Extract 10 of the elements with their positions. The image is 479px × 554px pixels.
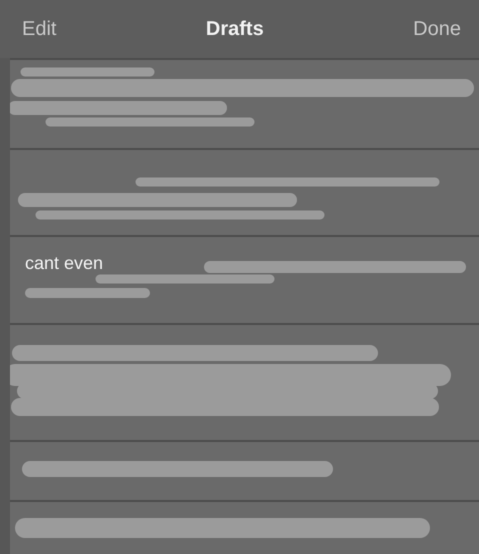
draft-row[interactable]: cant even [10, 235, 479, 323]
draft-text: cant even [25, 253, 104, 274]
draft-row[interactable] [10, 148, 479, 235]
draft-row[interactable] [10, 500, 479, 554]
done-button[interactable]: Done [413, 18, 461, 40]
draft-row[interactable] [10, 58, 479, 148]
edit-button[interactable]: Edit [22, 18, 56, 40]
draft-row[interactable] [10, 323, 479, 440]
draft-row[interactable] [10, 440, 479, 500]
nav-title: Drafts [206, 18, 264, 40]
